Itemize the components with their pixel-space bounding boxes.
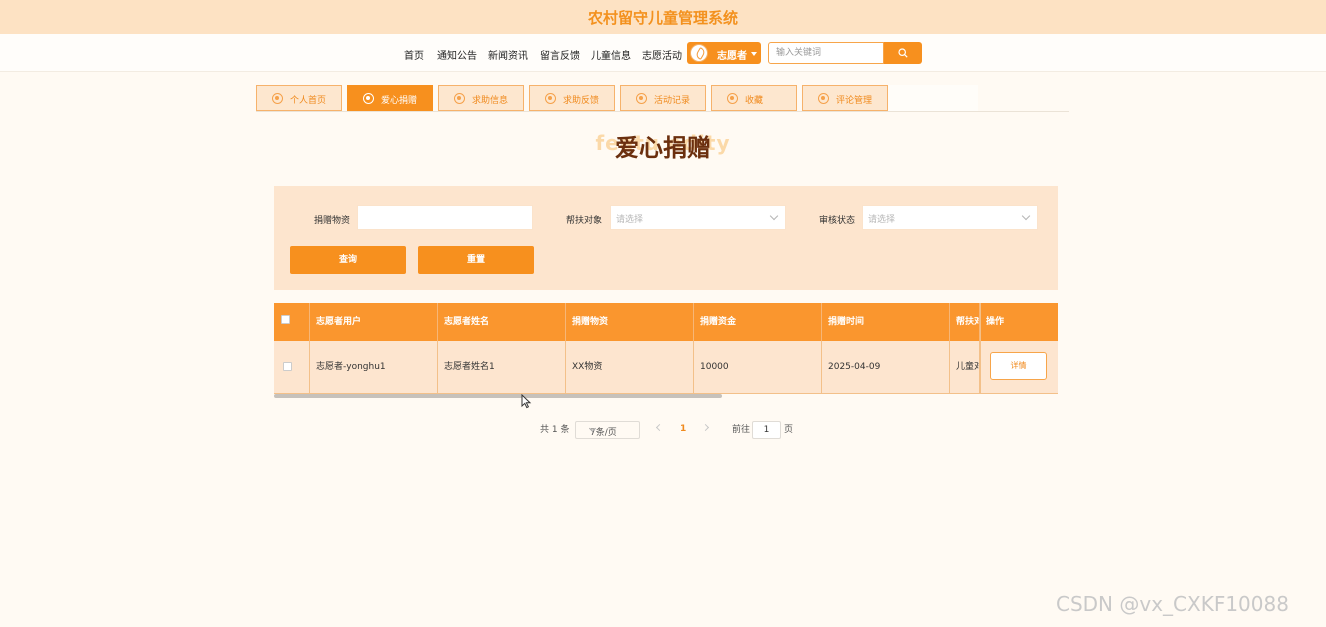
circle-dot-icon — [272, 93, 283, 104]
header-select-cell — [274, 303, 310, 341]
filter-panel: 捐赠物资 帮扶对象 请选择 审核状态 请选择 查询 重置 — [274, 186, 1058, 290]
cell-funds: 10000 — [694, 341, 822, 393]
circle-dot-icon — [454, 93, 465, 104]
avatar — [690, 44, 708, 62]
goto-page-input[interactable]: 1 — [752, 421, 781, 439]
tab-label: 评论管理 — [836, 96, 873, 106]
cell-volunteer-name: 志愿者姓名1 — [438, 341, 566, 393]
tab-label: 个人首页 — [290, 96, 327, 106]
tab-donation[interactable]: 爱心捐赠 — [347, 85, 433, 111]
page-title: 爱心捐赠 — [615, 134, 711, 162]
header-material[interactable]: 捐赠物资 — [566, 303, 694, 341]
tab-profile[interactable]: 个人首页 — [256, 85, 342, 111]
row-select-cell — [274, 341, 310, 393]
tab-favorites[interactable]: 收藏 — [711, 85, 797, 111]
nav-item-feedback[interactable]: 留言反馈 — [540, 47, 580, 62]
search-input[interactable] — [768, 42, 884, 64]
watermark: CSDN @vx_CXKF10088 — [1056, 592, 1289, 616]
header-volunteer-user[interactable]: 志愿者用户 — [310, 303, 438, 341]
circle-dot-icon — [545, 93, 556, 104]
next-page-icon[interactable] — [701, 423, 710, 432]
prev-page-icon[interactable] — [655, 423, 664, 432]
header-volunteer-name[interactable]: 志愿者姓名 — [438, 303, 566, 341]
goto-prefix: 前往 — [732, 425, 751, 435]
material-input[interactable] — [357, 205, 533, 230]
table-header: 志愿者用户 志愿者姓名 捐赠物资 捐赠资金 捐赠时间 帮扶对 操作 — [274, 303, 1058, 341]
table-row: 志愿者-yonghu1 志愿者姓名1 XX物资 10000 2025-04-09… — [274, 341, 1058, 394]
target-select[interactable]: 请选择 — [610, 205, 786, 230]
user-menu-button[interactable]: 志愿者 — [687, 42, 761, 64]
select-placeholder: 请选择 — [868, 215, 896, 225]
select-placeholder: 请选择 — [616, 215, 644, 225]
nav-item-home[interactable]: 首页 — [404, 47, 424, 62]
tab-activity-records[interactable]: 活动记录 — [620, 85, 706, 111]
tab-help-requests[interactable]: 求助信息 — [438, 85, 524, 111]
reset-button[interactable]: 重置 — [418, 246, 534, 274]
top-title-bar: 农村留守儿童管理系统 — [0, 0, 1326, 34]
header-target[interactable]: 帮扶对 — [950, 303, 980, 341]
header-time[interactable]: 捐赠时间 — [822, 303, 950, 341]
pagination-total: 共 1 条 — [540, 425, 570, 435]
chevron-down-icon — [1021, 211, 1031, 221]
goto-suffix: 页 — [784, 425, 794, 435]
header-funds[interactable]: 捐赠资金 — [694, 303, 822, 341]
search-button[interactable] — [884, 42, 922, 64]
status-select[interactable]: 请选择 — [862, 205, 1038, 230]
tabs-divider — [256, 111, 1069, 112]
nav-item-notices[interactable]: 通知公告 — [437, 47, 477, 62]
app-title: 农村留守儿童管理系统 — [587, 9, 738, 27]
caret-down-icon — [751, 52, 757, 56]
circle-dot-icon — [727, 93, 738, 104]
user-name: 志愿者 — [717, 51, 747, 62]
tab-label: 求助反馈 — [563, 96, 600, 106]
actions-column — [980, 303, 1058, 394]
select-all-checkbox[interactable] — [281, 315, 290, 324]
tab-label: 求助信息 — [472, 96, 509, 106]
tab-label: 收藏 — [745, 96, 764, 106]
nav-item-activities[interactable]: 志愿活动 — [642, 47, 682, 62]
cell-volunteer-user: 志愿者-yonghu1 — [310, 341, 438, 393]
filter-label-material: 捐赠物资 — [314, 216, 351, 226]
circle-dot-icon — [363, 93, 374, 104]
donation-table: 志愿者用户 志愿者姓名 捐赠物资 捐赠资金 捐赠时间 帮扶对 操作 志愿者-yo… — [274, 303, 1058, 394]
tab-label: 活动记录 — [654, 96, 691, 106]
search-icon — [898, 48, 908, 58]
nav-item-news[interactable]: 新闻资讯 — [488, 47, 528, 62]
mouse-cursor-icon — [521, 394, 532, 409]
tab-help-feedback[interactable]: 求助反馈 — [529, 85, 615, 111]
circle-dot-icon — [818, 93, 829, 104]
cell-target: 儿童对 — [950, 341, 980, 393]
current-page-number[interactable]: 1 — [680, 424, 686, 434]
nav-bar: 首页 通知公告 新闻资讯 留言反馈 儿童信息 志愿活动 志愿者 — [0, 34, 1326, 72]
tab-label: 爱心捐赠 — [381, 96, 418, 106]
tab-comments[interactable]: 评论管理 — [802, 85, 888, 111]
query-button[interactable]: 查询 — [290, 246, 406, 274]
filter-label-target: 帮扶对象 — [566, 216, 603, 226]
table-horizontal-scrollbar[interactable] — [274, 394, 722, 398]
cell-material: XX物资 — [566, 341, 694, 393]
circle-dot-icon — [636, 93, 647, 104]
page-size-select[interactable]: 7条/页 — [575, 421, 640, 439]
nav-item-children[interactable]: 儿童信息 — [591, 47, 631, 62]
chevron-down-icon — [769, 211, 779, 221]
filter-label-status: 审核状态 — [819, 216, 856, 226]
cell-time: 2025-04-09 — [822, 341, 950, 393]
row-checkbox[interactable] — [283, 362, 292, 371]
tab-spacer — [888, 85, 978, 111]
